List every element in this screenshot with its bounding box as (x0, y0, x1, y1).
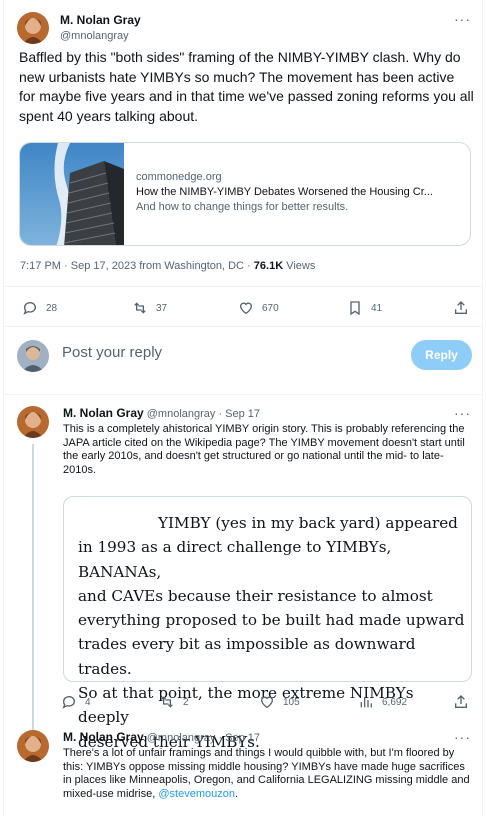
composer-avatar (17, 340, 49, 372)
bookmark-count: 41 (371, 302, 383, 314)
share-icon (455, 301, 467, 314)
like-count: 105 (283, 696, 300, 708)
like-action[interactable]: 105 (259, 694, 300, 710)
reply-text-body: There's a lot of unfair framings and thi… (63, 747, 470, 800)
link-card-domain: commonedge.org (136, 171, 222, 183)
divider (4, 394, 482, 395)
author-name[interactable]: M. Nolan Gray (60, 13, 141, 27)
retweet-icon (161, 696, 173, 708)
reply-text: There's a lot of unfair framings and thi… (63, 747, 474, 801)
reply-header: M. Nolan Gray @mnolangray · Sep 17 (63, 406, 260, 420)
reply-button[interactable]: Reply (411, 340, 472, 370)
share-icon (455, 695, 467, 708)
comment-icon (62, 696, 75, 709)
thread-line (32, 444, 34, 744)
retweet-count: 37 (156, 302, 168, 314)
link-card-image (20, 143, 124, 245)
views-count: 76.1K (253, 260, 284, 272)
link-card-title: How the NIMBY-YIMBY Debates Worsened the… (136, 186, 433, 198)
quoted-text: YIMBY (yes in my back yard) appeared in … (78, 511, 468, 754)
handle-date[interactable]: @mnolangray · Sep 17 (147, 408, 260, 420)
author-name[interactable]: M. Nolan Gray (63, 730, 144, 744)
bookmark-action[interactable]: 41 (347, 300, 382, 316)
retweet-icon (134, 302, 146, 314)
views-count: 6,692 (382, 696, 408, 708)
reply-text-end: . (234, 787, 239, 800)
mention-link[interactable]: @stevemouzon (158, 788, 235, 800)
reply-input[interactable]: Post your reply (62, 344, 162, 361)
quote-line: trades every bit as impossible as downwa… (78, 635, 416, 678)
more-options-icon[interactable]: ··· (454, 406, 471, 420)
divider (4, 286, 482, 287)
link-card[interactable]: commonedge.org How the NIMBY-YIMBY Debat… (19, 142, 471, 246)
comment-icon (23, 302, 36, 315)
divider (4, 326, 482, 327)
reply-count: 28 (46, 302, 58, 314)
reply-count: 4 (85, 696, 91, 708)
heart-icon (239, 302, 253, 315)
quote-line: and CAVEs because their resistance to al… (78, 586, 433, 605)
link-card-description: And how to change things for better resu… (136, 201, 349, 213)
author-avatar[interactable] (17, 730, 49, 762)
author-avatar[interactable] (17, 12, 49, 44)
handle-date[interactable]: @mnolangray · Sep 17 (147, 732, 260, 744)
quote-line: YIMBY (yes in my back yard) appeared (158, 514, 458, 532)
author-handle[interactable]: @mnolangray (60, 30, 129, 42)
author-name[interactable]: M. Nolan Gray (63, 406, 144, 420)
views-label: Views (286, 260, 316, 272)
reply-text: This is a completely ahistorical YIMBY o… (63, 423, 465, 476)
share-action[interactable] (453, 694, 477, 710)
retweet-action[interactable]: 2 (159, 694, 189, 710)
quoted-image[interactable]: YIMBY (yes in my back yard) appeared in … (63, 496, 472, 751)
reply-action[interactable]: 4 (61, 694, 91, 710)
author-avatar[interactable] (17, 406, 49, 438)
reply-header: M. Nolan Gray @mnolangray · Sep 17 (63, 730, 260, 744)
heart-icon (260, 696, 274, 709)
bookmark-icon (350, 301, 360, 316)
quote-line: in 1993 as a direct challenge to YIMBYs,… (78, 538, 392, 581)
tweet-meta: 7:17 PM · Sep 17, 2023 from Washington, … (20, 260, 316, 272)
share-action[interactable] (453, 300, 477, 316)
views-action[interactable]: 6,692 (358, 694, 407, 710)
more-options-icon[interactable]: ··· (454, 730, 471, 744)
retweet-action[interactable]: 37 (132, 300, 167, 316)
more-options-icon[interactable]: ··· (454, 12, 471, 26)
link-card-body: commonedge.org How the NIMBY-YIMBY Debat… (136, 170, 433, 215)
like-action[interactable]: 670 (238, 300, 279, 316)
tweet-text: Baffled by this "both sides" framing of … (19, 49, 474, 124)
tweet-timestamp[interactable]: 7:17 PM · Sep 17, 2023 from Washington, … (20, 260, 244, 272)
tweet-thread: M. Nolan Gray @mnolangray ··· Baffled by… (3, 0, 483, 816)
reply-action[interactable]: 28 (22, 300, 57, 316)
retweet-count: 2 (183, 696, 189, 708)
views-icon (360, 697, 372, 708)
quote-line: everything proposed to be built had made… (78, 611, 465, 630)
like-count: 670 (262, 302, 279, 314)
